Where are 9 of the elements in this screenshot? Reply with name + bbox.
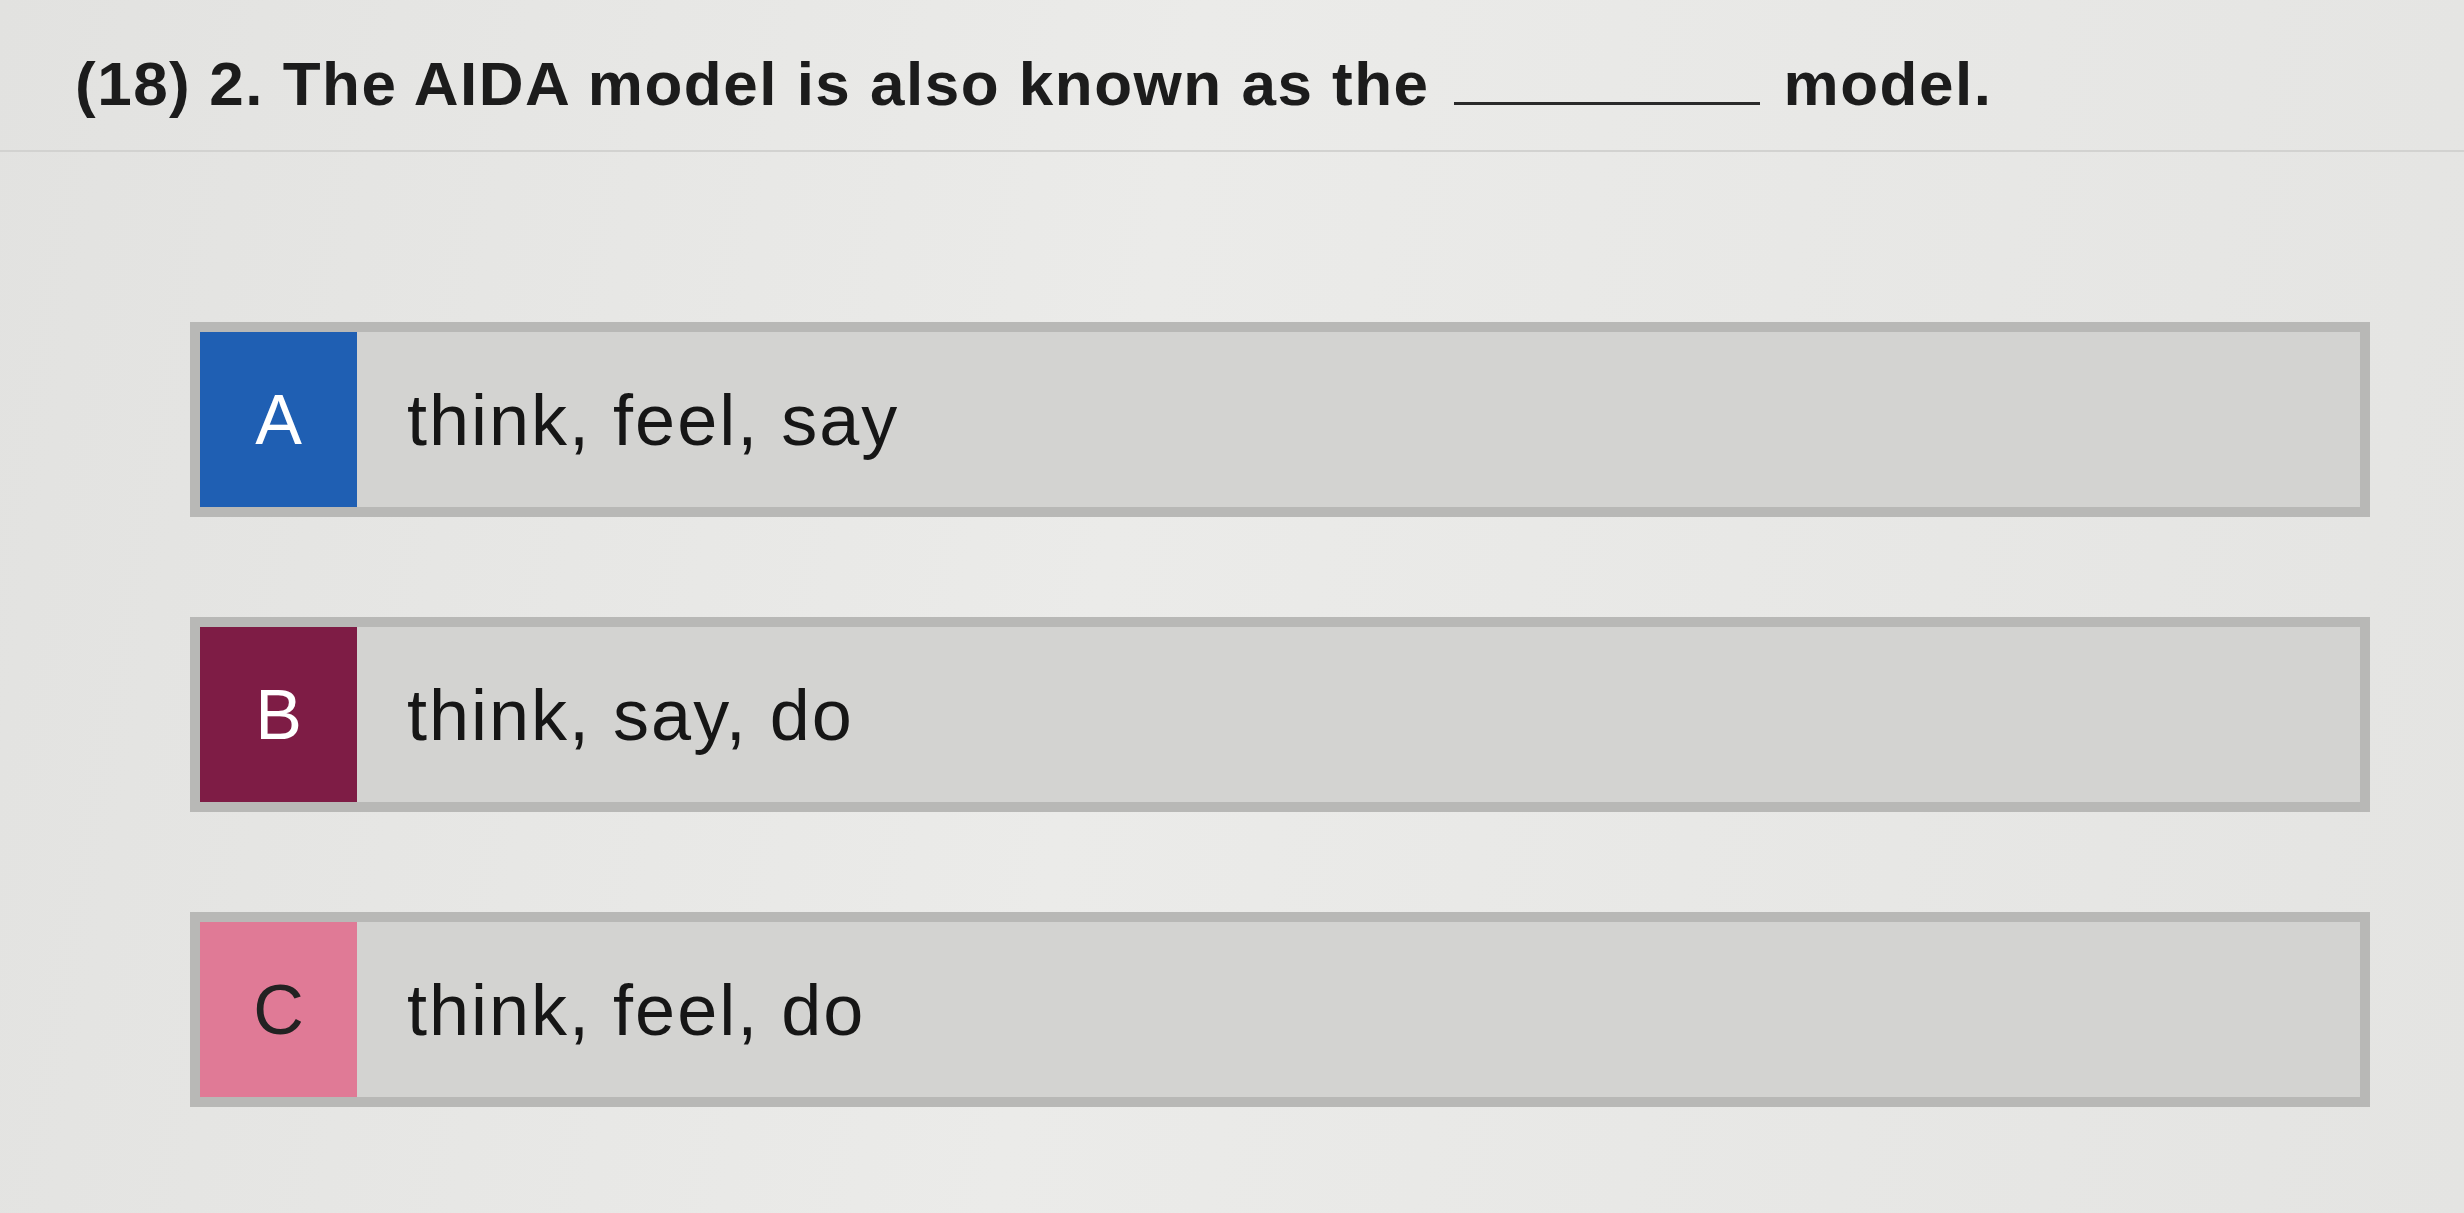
answer-option[interactable]: C think, feel, do [190,912,2370,1107]
option-letter-tile: A [200,332,357,507]
option-letter-tile: B [200,627,357,802]
question-text: 2. The AIDA model is also known as the [209,50,1430,119]
answer-option[interactable]: B think, say, do [190,617,2370,812]
answer-option[interactable]: A think, feel, say [190,322,2370,517]
question-text-end: model. [1783,50,1993,119]
option-letter-tile: C [200,922,357,1097]
question-number: (18) [75,50,192,119]
